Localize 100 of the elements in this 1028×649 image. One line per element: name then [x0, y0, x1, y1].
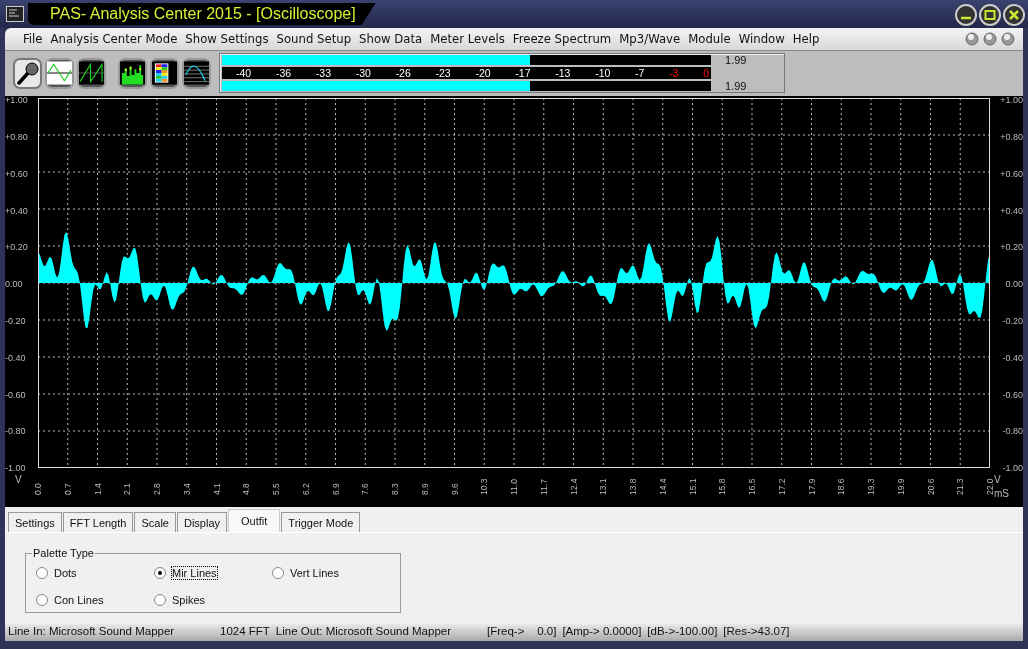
menu-item[interactable]: Mp3/Wave	[615, 31, 685, 46]
meter-scale-label: -30	[355, 67, 371, 80]
axis-label: -0.80	[1002, 426, 1023, 437]
maximize-icon[interactable]	[979, 4, 1001, 27]
tab[interactable]: FFT Length	[62, 512, 134, 533]
axis-label: -0.40	[1002, 352, 1023, 363]
axis-label: 21.3	[954, 477, 967, 496]
toolbar-button[interactable]	[118, 57, 147, 89]
axis-unit: V	[994, 475, 1001, 486]
radio-option[interactable]: Spikes	[154, 593, 272, 606]
group-title: Palette Type	[32, 547, 95, 560]
menu-item[interactable]: Help	[788, 31, 824, 46]
axis-label: 11.7	[537, 478, 550, 496]
close-icon[interactable]	[1003, 4, 1025, 27]
axis-label: +0.80	[1000, 132, 1023, 142]
sawtooth-icon	[79, 61, 104, 86]
status-text: 1024 FFT	[220, 625, 270, 638]
axis-label: 0.0	[32, 482, 44, 496]
axis-label: 3.4	[180, 482, 193, 496]
radio-option[interactable]: Dots	[36, 566, 154, 579]
axis-label: +0.40	[5, 205, 28, 216]
toolbar-button[interactable]	[150, 57, 179, 89]
axis-label: 0.00	[1005, 279, 1023, 290]
radio-button[interactable]	[154, 593, 166, 606]
curve-icon	[184, 61, 209, 86]
axis-label: 8.9	[418, 482, 431, 496]
radio-option[interactable]: Con Lines	[36, 593, 154, 606]
axis-label: -1.00	[5, 463, 26, 474]
radio-button[interactable]	[36, 566, 48, 579]
minimize-icon[interactable]	[955, 4, 977, 27]
menu-item[interactable]: Show Data	[355, 31, 427, 46]
color-grid-icon	[152, 61, 177, 86]
axis-label: 1.4	[91, 482, 104, 496]
level-reading: 1.99	[724, 54, 748, 67]
menu-item[interactable]: Show Settings	[181, 31, 273, 46]
radio-option[interactable]: Vert Lines	[272, 566, 390, 579]
axis-label: 15.8	[716, 477, 729, 496]
menu-item[interactable]: Sound Setup	[272, 31, 356, 46]
axis-label: 19.3	[865, 477, 877, 496]
axis-label: 0.00	[5, 279, 23, 290]
meter-scale-label: -20	[475, 67, 491, 80]
axis-label: 17.9	[805, 477, 818, 496]
tab[interactable]: Outfit	[228, 509, 281, 533]
toolbar-button[interactable]	[45, 57, 74, 89]
tab[interactable]: Scale	[134, 512, 176, 533]
axis-label: +0.80	[5, 132, 28, 142]
app-icon	[6, 5, 24, 22]
level-reading: 1.99	[724, 80, 748, 93]
toolbar-button[interactable]	[13, 57, 42, 89]
bar-chart-icon	[120, 61, 145, 86]
meter-scale-label: -40	[236, 67, 252, 80]
axis-label: 8.3	[389, 482, 401, 496]
axis-label: 12.4	[567, 477, 580, 496]
axis-label: 14.4	[656, 477, 669, 496]
tab[interactable]: Trigger Mode	[281, 512, 361, 533]
axis-label: +0.20	[1000, 242, 1023, 253]
radio-button[interactable]	[36, 593, 48, 606]
menu-item[interactable]: Analysis Center Mode	[46, 31, 182, 46]
axis-label: 13.1	[597, 477, 610, 496]
menu-item[interactable]: Freeze Spectrum	[508, 31, 616, 46]
axis-unit: mS	[994, 489, 1009, 500]
status-text: [Amp-> 0.0000]	[562, 625, 642, 638]
status-text: [Freq-> 0.0]	[487, 625, 557, 638]
axis-label: +0.40	[1000, 205, 1023, 216]
menu-item[interactable]: Meter Levels	[426, 31, 509, 46]
window-title: PAS- Analysis Center 2015 - [Oscilloscope]	[28, 2, 376, 25]
axis-label: +0.20	[5, 242, 28, 253]
status-text: [dB->-100.00]	[647, 625, 718, 638]
round-knob-icon[interactable]	[965, 31, 979, 46]
axis-label: 4.1	[210, 482, 223, 496]
round-knob-icon[interactable]	[983, 31, 997, 46]
toolbar-button[interactable]	[77, 57, 106, 89]
axis-label: -0.80	[5, 426, 26, 437]
meter-scale-label: -17	[515, 67, 531, 80]
axis-label: -0.60	[5, 389, 26, 400]
axis-unit: V	[15, 474, 22, 486]
radio-button[interactable]	[154, 566, 166, 579]
radio-option[interactable]: Mir Lines	[154, 566, 272, 579]
tab[interactable]: Display	[176, 512, 228, 533]
axis-label: 2.1	[121, 482, 134, 496]
toolbar-button[interactable]	[182, 57, 211, 89]
axis-label: 6.2	[299, 482, 312, 496]
meter-scale-label: -13	[555, 67, 571, 80]
tab[interactable]: Settings	[8, 512, 62, 533]
meter-scale-label: -3	[669, 67, 679, 80]
meter-scale-label: -33	[315, 67, 331, 80]
axis-label: 19.9	[894, 477, 907, 496]
axis-label: 22.0	[984, 478, 995, 496]
axis-label: 6.9	[329, 482, 342, 496]
axis-label: -0.60	[1002, 389, 1023, 400]
menu-item[interactable]: Window	[734, 31, 789, 46]
menu-item[interactable]: File	[19, 31, 47, 46]
meter-scale-label: 0	[703, 67, 710, 80]
round-knob-icon[interactable]	[1001, 31, 1015, 46]
radio-button[interactable]	[272, 566, 284, 579]
status-text: [Res->43.07]	[723, 625, 790, 638]
meter-scale-label: -23	[435, 67, 451, 80]
axis-label: -1.00	[1002, 463, 1023, 474]
menu-item[interactable]: Module	[684, 31, 735, 46]
meter-scale-label: -10	[595, 67, 611, 80]
